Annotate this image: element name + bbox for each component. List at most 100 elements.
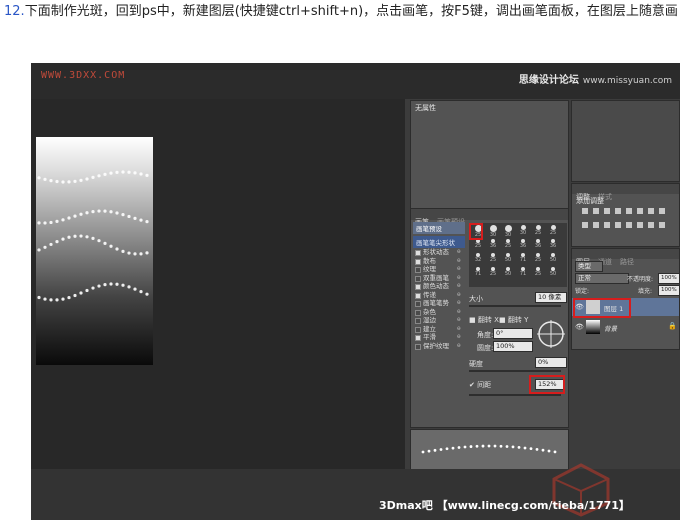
checkbox[interactable] [415, 326, 421, 333]
brush-tip-cell[interactable]: 25 [531, 267, 545, 278]
lock-icon[interactable]: ɵ [457, 291, 461, 300]
brush-tip-cell[interactable]: 30 [486, 225, 500, 238]
brush-tip-cell[interactable]: 25 [486, 267, 500, 278]
checkbox[interactable] [415, 267, 421, 273]
brush-setting-item[interactable]: 保护纹理 ɵ [413, 342, 465, 351]
brush-tip-cell[interactable]: 30 [501, 225, 515, 238]
lock-icon[interactable]: ɵ [457, 299, 461, 308]
brush-tip-cell[interactable]: 30 [516, 225, 530, 236]
lock-icon[interactable]: ɵ [457, 308, 461, 317]
adjustment-icon[interactable] [659, 208, 665, 214]
size-slider[interactable] [469, 305, 561, 307]
brush-tip-cell[interactable]: 32 [471, 253, 485, 264]
adjustment-icon[interactable] [615, 222, 621, 228]
checkbox[interactable] [415, 309, 421, 316]
checkbox[interactable] [415, 318, 421, 324]
lock-icon[interactable]: ɵ [457, 248, 461, 257]
adjustment-icon[interactable] [626, 222, 632, 228]
lock-icon[interactable]: ɵ [457, 282, 461, 291]
flip-y[interactable]: ■ 翻转 Y [499, 315, 528, 325]
document-canvas[interactable] [36, 137, 153, 365]
brush-tip-cell[interactable]: 25 [546, 225, 560, 236]
eye-icon[interactable]: 👁 [575, 323, 584, 331]
adjustment-icon[interactable] [637, 208, 643, 214]
adjustment-icon[interactable] [604, 208, 610, 214]
brush-tip-cell[interactable]: 71 [471, 267, 485, 278]
checkbox[interactable] [415, 275, 421, 282]
fill-input[interactable]: 100% [658, 285, 680, 296]
brush-tip-shape-item[interactable]: 画笔笔尖形状 [413, 236, 465, 248]
lock-icon[interactable]: ɵ [457, 257, 461, 266]
brush-tip-cell[interactable]: 36 [546, 239, 560, 250]
adjustment-icon[interactable] [593, 208, 599, 214]
adjustment-icon[interactable] [626, 208, 632, 214]
brush-tip-cell[interactable]: 36 [516, 239, 530, 250]
adjustment-icon[interactable] [582, 222, 588, 228]
blend-mode-select[interactable]: 正常 [575, 273, 629, 284]
hardness-slider[interactable] [469, 370, 561, 372]
brush-setting-item[interactable]: 画笔笔势 ɵ [413, 299, 465, 308]
lock-icon[interactable]: ɵ [457, 342, 461, 351]
tab-paths[interactable]: 路径 [616, 256, 638, 268]
lock-icon[interactable]: ɵ [457, 333, 461, 342]
lock-icon[interactable]: ɵ [457, 316, 461, 325]
checkbox[interactable] [415, 301, 421, 307]
brush-setting-item[interactable]: 散布 ɵ [413, 257, 465, 266]
adjustment-icon[interactable] [648, 208, 654, 214]
brush-tip-cell[interactable]: 36 [486, 239, 500, 250]
adjustment-icon[interactable] [604, 222, 610, 228]
brush-setting-item[interactable]: 颜色动态 ɵ [413, 282, 465, 291]
brush-presets-button[interactable]: 画笔预设 [413, 222, 465, 234]
adjustment-icon[interactable] [648, 222, 654, 228]
brush-tip-cell[interactable]: 71 [516, 253, 530, 264]
hardness-input[interactable]: 0% [535, 357, 567, 368]
brush-tip-cell[interactable]: 25 [501, 239, 515, 250]
size-input[interactable]: 10 像素 [535, 292, 567, 303]
adjustment-icon[interactable] [615, 208, 621, 214]
brush-setting-item[interactable]: 双重画笔 ɵ [413, 274, 465, 283]
brush-tip-cell[interactable]: 50 [546, 267, 560, 278]
brush-tip-cell[interactable]: 50 [546, 253, 560, 264]
brush-tip-cell[interactable]: 25 [486, 253, 500, 264]
brush-tip-cell[interactable]: 25 [471, 239, 485, 250]
adjustment-icon[interactable] [593, 222, 599, 228]
spacing-label: 间距 [477, 381, 492, 389]
checkbox[interactable] [415, 343, 421, 350]
flip-x[interactable]: ■ 翻转 X [469, 315, 499, 325]
brush-tip-cell[interactable]: 50 [501, 267, 515, 278]
spacing-slider[interactable] [469, 394, 561, 396]
checkbox[interactable] [415, 292, 421, 299]
brush-tip-cell[interactable]: 25 [531, 253, 545, 264]
brush-setting-item[interactable]: 杂色 ɵ [413, 308, 465, 317]
checkbox[interactable] [415, 258, 421, 265]
brush-setting-item[interactable]: 建立 ɵ [413, 325, 465, 334]
roundness-input[interactable]: 100% [493, 341, 533, 352]
lock-icon[interactable]: ɵ [457, 274, 461, 283]
adjustment-icon[interactable] [582, 208, 588, 214]
brush-setting-item[interactable]: 湿边 ɵ [413, 316, 465, 325]
brush-setting-item[interactable]: 形状动态 ɵ [413, 248, 465, 257]
brush-tip-size: 30 [489, 232, 497, 238]
spacing-toggle[interactable]: ✔ 间距 [469, 380, 491, 390]
lock-icon[interactable]: ɵ [457, 265, 461, 274]
angle-roundness-dial[interactable] [535, 318, 567, 350]
brush-tip-grid[interactable]: 25 30 30 30 25 25 25 36 25 36 36 36 32 25 50 71 25 50 71 25… [469, 223, 567, 287]
brush-setting-item[interactable]: 纹理 ɵ [413, 265, 465, 274]
opacity-input[interactable]: 100% [658, 273, 680, 284]
adjustment-icon[interactable] [659, 222, 665, 228]
lock-icon[interactable]: ɵ [457, 325, 461, 334]
layer-filter-select[interactable]: 类型 [575, 261, 603, 272]
brush-tip-cell[interactable]: 71 [516, 267, 530, 278]
brush-setting-item[interactable]: 平滑 ɵ [413, 333, 465, 342]
checkbox[interactable] [415, 335, 421, 341]
brush-tip-cell[interactable]: 25 [531, 225, 545, 236]
angle-input[interactable]: 0° [493, 328, 533, 339]
brush-setting-item[interactable]: 传递 ɵ [413, 291, 465, 300]
layer-row-background[interactable]: 👁 背景 🔒 [572, 318, 679, 336]
checkbox[interactable] [415, 250, 421, 256]
brush-tip-cell[interactable]: 50 [501, 253, 515, 264]
adjustment-icon[interactable] [637, 222, 643, 228]
checkbox[interactable] [415, 284, 421, 290]
brush-tip-cell[interactable]: 36 [531, 239, 545, 250]
canvas-area[interactable] [31, 99, 405, 469]
